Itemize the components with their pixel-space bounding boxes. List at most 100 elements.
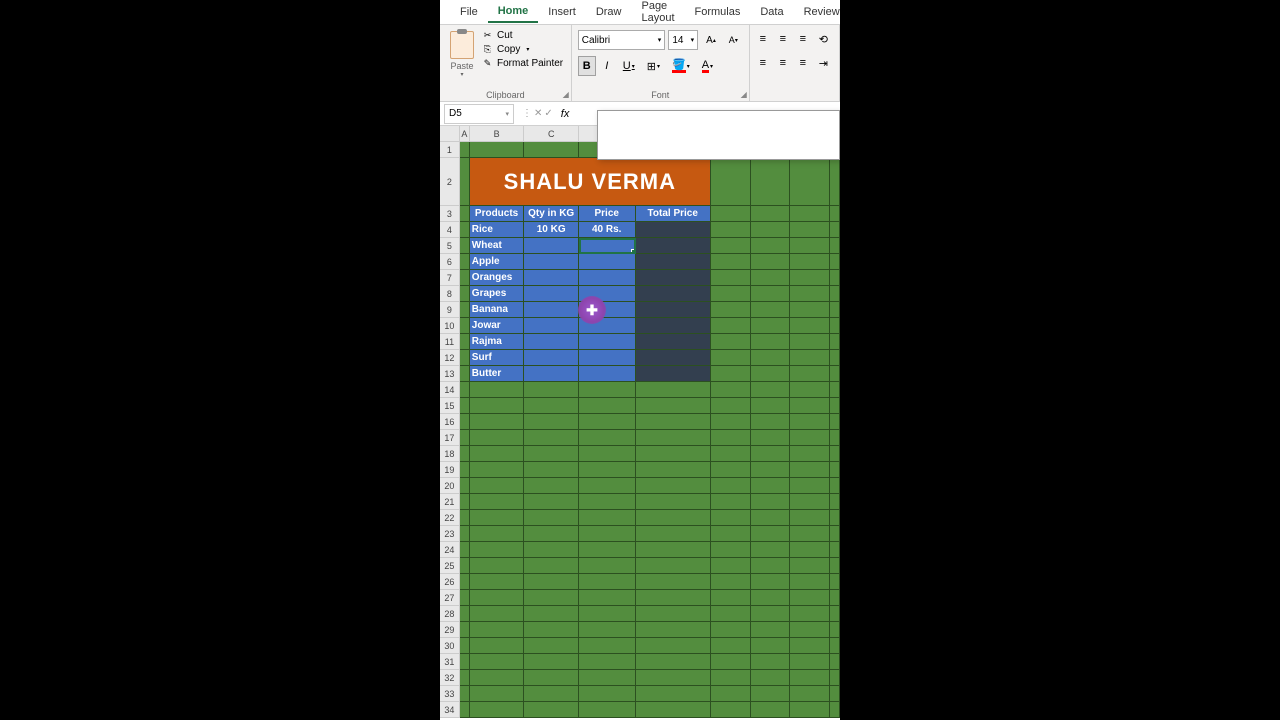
cell[interactable] — [460, 366, 470, 382]
row-header[interactable]: 34 — [440, 702, 460, 718]
row-header[interactable]: 13 — [440, 366, 460, 382]
cell[interactable] — [830, 526, 840, 542]
cell[interactable] — [751, 478, 791, 494]
cell[interactable] — [751, 702, 791, 718]
row-header[interactable]: 2 — [440, 158, 460, 206]
cell[interactable] — [830, 638, 840, 654]
row-header[interactable]: 30 — [440, 638, 460, 654]
cell[interactable] — [830, 686, 840, 702]
cell[interactable] — [579, 590, 636, 606]
cell[interactable] — [636, 494, 711, 510]
qty-cell[interactable] — [524, 254, 579, 270]
cell[interactable] — [524, 414, 579, 430]
total-cell[interactable] — [636, 254, 711, 270]
orientation-button[interactable]: ⟲ — [814, 29, 833, 49]
cell[interactable] — [460, 270, 470, 286]
cell[interactable] — [751, 654, 791, 670]
cell[interactable] — [790, 414, 830, 430]
tab-insert[interactable]: Insert — [538, 2, 586, 22]
italic-button[interactable]: I — [598, 56, 616, 76]
cell[interactable] — [751, 462, 791, 478]
cell[interactable] — [636, 478, 711, 494]
fill-color-button[interactable]: 🪣▾ — [667, 56, 695, 76]
cell[interactable] — [711, 398, 751, 414]
cell[interactable] — [460, 430, 470, 446]
cell[interactable] — [524, 430, 579, 446]
tab-data[interactable]: Data — [750, 2, 793, 22]
cell[interactable] — [830, 382, 840, 398]
font-name-select[interactable]: Calibri▾ — [578, 30, 666, 50]
cell[interactable] — [711, 510, 751, 526]
cell[interactable] — [711, 206, 751, 222]
cell[interactable] — [579, 638, 636, 654]
tab-draw[interactable]: Draw — [586, 2, 632, 22]
cell[interactable] — [751, 446, 791, 462]
cell[interactable] — [790, 286, 830, 302]
cell[interactable] — [524, 606, 579, 622]
cell[interactable] — [751, 350, 791, 366]
font-color-button[interactable]: A▾ — [697, 56, 718, 76]
cell[interactable] — [711, 494, 751, 510]
cell[interactable] — [711, 254, 751, 270]
cell[interactable] — [790, 206, 830, 222]
align-right-button[interactable]: ≡ — [794, 53, 812, 73]
col-header-c[interactable]: C — [524, 126, 579, 142]
row-header[interactable]: 20 — [440, 478, 460, 494]
row-header[interactable]: 19 — [440, 462, 460, 478]
cell[interactable] — [830, 702, 840, 718]
cell[interactable] — [790, 222, 830, 238]
cell[interactable] — [470, 686, 525, 702]
cell[interactable] — [460, 606, 470, 622]
cell[interactable] — [636, 526, 711, 542]
cell[interactable] — [579, 462, 636, 478]
cell[interactable] — [470, 446, 525, 462]
cell[interactable] — [579, 542, 636, 558]
cell[interactable] — [711, 622, 751, 638]
cell[interactable] — [830, 318, 840, 334]
cell[interactable] — [751, 414, 791, 430]
cell[interactable] — [751, 430, 791, 446]
row-header[interactable]: 4 — [440, 222, 460, 238]
row-header[interactable]: 10 — [440, 318, 460, 334]
cell[interactable] — [579, 446, 636, 462]
product-cell[interactable]: Wheat — [470, 238, 525, 254]
cell[interactable] — [711, 670, 751, 686]
cell[interactable] — [711, 350, 751, 366]
cell[interactable] — [460, 574, 470, 590]
price-cell[interactable]: 40 Rs. — [579, 222, 636, 238]
cell[interactable] — [470, 606, 525, 622]
cell[interactable] — [711, 542, 751, 558]
cell[interactable] — [711, 462, 751, 478]
cell[interactable] — [579, 622, 636, 638]
cell[interactable] — [751, 206, 791, 222]
row-header[interactable]: 21 — [440, 494, 460, 510]
formula-dropdown-icon[interactable]: ⋮ — [522, 108, 532, 119]
cell[interactable] — [751, 574, 791, 590]
align-top-button[interactable]: ≡ — [754, 29, 772, 49]
cell[interactable] — [470, 398, 525, 414]
cell[interactable] — [460, 398, 470, 414]
border-button[interactable]: ⊞▾ — [642, 56, 665, 76]
cell[interactable] — [460, 142, 470, 158]
cell[interactable] — [751, 638, 791, 654]
cell[interactable] — [751, 302, 791, 318]
cell[interactable] — [524, 558, 579, 574]
cell[interactable] — [524, 702, 579, 718]
cell[interactable] — [636, 430, 711, 446]
cell[interactable] — [830, 286, 840, 302]
cell[interactable] — [636, 622, 711, 638]
cell[interactable] — [830, 158, 840, 206]
cell[interactable] — [711, 302, 751, 318]
cell[interactable] — [830, 398, 840, 414]
spreadsheet-grid[interactable]: A B C D E F G H 12SHALU VERMA3ProductsQt… — [440, 126, 840, 718]
cell[interactable] — [460, 494, 470, 510]
cell[interactable] — [790, 478, 830, 494]
cell[interactable] — [524, 478, 579, 494]
align-center-button[interactable]: ≡ — [774, 53, 792, 73]
cell[interactable] — [636, 398, 711, 414]
cell[interactable] — [751, 558, 791, 574]
cell[interactable] — [460, 286, 470, 302]
cell[interactable] — [470, 670, 525, 686]
cell[interactable] — [830, 254, 840, 270]
qty-cell[interactable] — [524, 238, 579, 254]
